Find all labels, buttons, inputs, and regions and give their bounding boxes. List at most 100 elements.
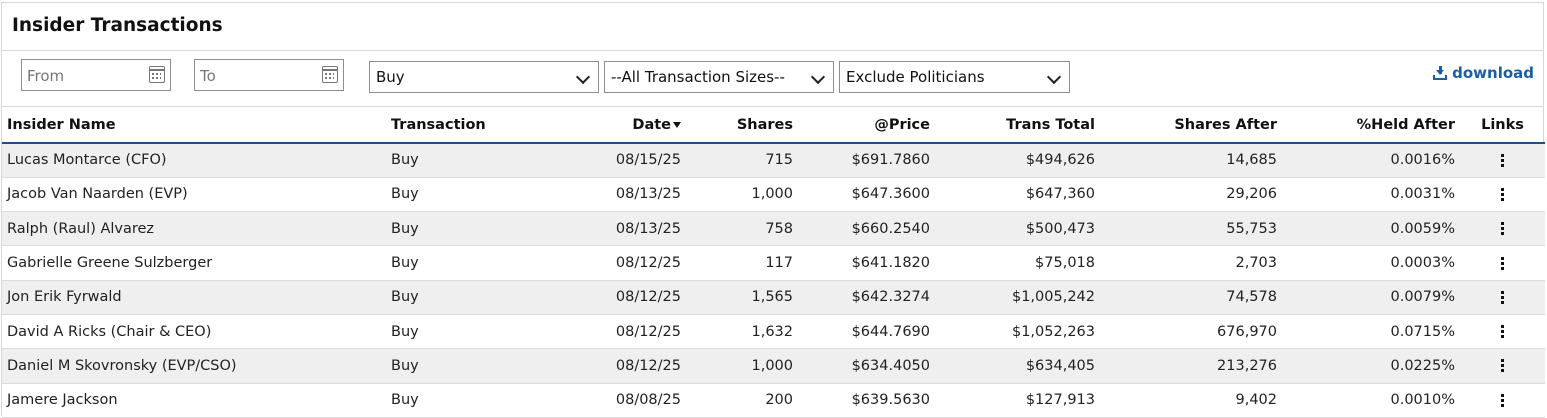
politicians-select[interactable]: Exclude Politicians <box>839 61 1070 93</box>
table-row: Gabrielle Greene Sulzberger Buy 08/12/25 11… <box>2 245 1545 281</box>
date-cell: 08/12/25 <box>526 314 686 350</box>
shares-cell: 200 <box>686 383 798 418</box>
date-cell: 08/13/25 <box>526 211 686 247</box>
to-date-input[interactable]: To <box>194 59 344 91</box>
kebab-menu-icon[interactable] <box>1501 290 1504 304</box>
transaction-cell: Buy <box>386 383 526 418</box>
table-row: David A Ricks (Chair & CEO) Buy 08/12/25 1,… <box>2 314 1545 350</box>
links-cell <box>1460 314 1545 350</box>
price-cell: $647.3600 <box>798 177 935 213</box>
col-transaction[interactable]: Transaction <box>386 107 526 144</box>
download-link[interactable]: download <box>1433 64 1534 82</box>
transaction-size-select[interactable]: --All Transaction Sizes-- <box>604 61 834 93</box>
kebab-menu-icon[interactable] <box>1501 325 1504 339</box>
trans-total-cell: $500,473 <box>935 211 1100 247</box>
trans-total-cell: $494,626 <box>935 143 1100 178</box>
table-row: Jacob Van Naarden (EVP) Buy 08/13/25 1,000 $… <box>2 177 1545 213</box>
shares-after-cell: 676,970 <box>1100 314 1282 350</box>
transaction-cell: Buy <box>386 280 526 315</box>
date-cell: 08/12/25 <box>526 348 686 384</box>
transaction-type-value: Buy <box>376 68 405 86</box>
from-date-input[interactable]: From <box>21 59 171 91</box>
trans-total-cell: $127,913 <box>935 383 1100 418</box>
shares-cell: 1,000 <box>686 348 798 384</box>
table-row: Jamere Jackson Buy 08/08/25 200 $639.5630 $12… <box>2 383 1545 418</box>
insider-name-cell[interactable]: Ralph (Raul) Alvarez <box>2 211 386 247</box>
kebab-menu-icon[interactable] <box>1501 187 1504 201</box>
kebab-menu-icon[interactable] <box>1501 256 1504 270</box>
insider-name-cell[interactable]: Jamere Jackson <box>2 383 386 418</box>
insider-transactions-panel: Insider Transactions From To Buy --All T… <box>1 2 1545 418</box>
chevron-down-icon <box>1046 69 1062 85</box>
kebab-menu-icon[interactable] <box>1501 153 1504 167</box>
links-cell <box>1460 280 1545 315</box>
table-row: Jon Erik Fyrwald Buy 08/12/25 1,565 $642.327… <box>2 280 1545 315</box>
col-price[interactable]: @Price <box>798 107 935 144</box>
kebab-menu-icon[interactable] <box>1501 222 1504 236</box>
held-after-cell: 0.0031% <box>1282 177 1460 213</box>
sort-descending-icon <box>673 121 681 128</box>
insider-transactions-table: Insider Name Transaction Date Shares @Pr… <box>2 107 1545 418</box>
transaction-size-value: --All Transaction Sizes-- <box>611 68 785 86</box>
transaction-cell: Buy <box>386 211 526 247</box>
date-cell: 08/13/25 <box>526 177 686 213</box>
transaction-type-select[interactable]: Buy <box>369 61 599 93</box>
table-row: Ralph (Raul) Alvarez Buy 08/13/25 758 $660.2… <box>2 211 1545 247</box>
col-date[interactable]: Date <box>526 107 686 144</box>
download-icon <box>1433 66 1448 80</box>
price-cell: $660.2540 <box>798 211 935 247</box>
col-shares-after[interactable]: Shares After <box>1100 107 1282 144</box>
date-cell: 08/08/25 <box>526 383 686 418</box>
col-shares[interactable]: Shares <box>686 107 798 144</box>
insider-name-cell[interactable]: David A Ricks (Chair & CEO) <box>2 314 386 350</box>
col-held-after[interactable]: %Held After <box>1282 107 1460 144</box>
links-cell <box>1460 177 1545 213</box>
shares-after-cell: 29,206 <box>1100 177 1282 213</box>
table-row: Daniel M Skovronsky (EVP/CSO) Buy 08/12/25… <box>2 348 1545 384</box>
chevron-down-icon <box>810 69 826 85</box>
kebab-menu-icon[interactable] <box>1501 393 1504 407</box>
politicians-value: Exclude Politicians <box>846 68 985 86</box>
table-row: Lucas Montarce (CFO) Buy 08/15/25 715 $691.7… <box>2 143 1545 178</box>
held-after-cell: 0.0003% <box>1282 245 1460 281</box>
shares-after-cell: 14,685 <box>1100 143 1282 178</box>
trans-total-cell: $647,360 <box>935 177 1100 213</box>
price-cell: $644.7690 <box>798 314 935 350</box>
trans-total-cell: $634,405 <box>935 348 1100 384</box>
date-cell: 08/12/25 <box>526 245 686 281</box>
insider-name-cell[interactable]: Jacob Van Naarden (EVP) <box>2 177 386 213</box>
held-after-cell: 0.0059% <box>1282 211 1460 247</box>
col-trans-total[interactable]: Trans Total <box>935 107 1100 144</box>
calendar-icon[interactable] <box>322 66 338 83</box>
shares-after-cell: 74,578 <box>1100 280 1282 315</box>
links-cell <box>1460 245 1545 281</box>
price-cell: $691.7860 <box>798 143 935 178</box>
shares-cell: 758 <box>686 211 798 247</box>
insider-name-cell[interactable]: Gabrielle Greene Sulzberger <box>2 245 386 281</box>
kebab-menu-icon[interactable] <box>1501 359 1504 373</box>
insider-name-cell[interactable]: Jon Erik Fyrwald <box>2 280 386 315</box>
trans-total-cell: $1,052,263 <box>935 314 1100 350</box>
col-insider-name[interactable]: Insider Name <box>2 107 386 144</box>
shares-cell: 1,632 <box>686 314 798 350</box>
to-date-placeholder: To <box>200 67 216 85</box>
shares-after-cell: 2,703 <box>1100 245 1282 281</box>
transaction-cell: Buy <box>386 245 526 281</box>
insider-name-cell[interactable]: Lucas Montarce (CFO) <box>2 143 386 178</box>
price-cell: $641.1820 <box>798 245 935 281</box>
transaction-cell: Buy <box>386 177 526 213</box>
held-after-cell: 0.0225% <box>1282 348 1460 384</box>
shares-after-cell: 9,402 <box>1100 383 1282 418</box>
table-header-row: Insider Name Transaction Date Shares @Pr… <box>2 107 1545 144</box>
insider-name-cell[interactable]: Daniel M Skovronsky (EVP/CSO) <box>2 348 386 384</box>
date-cell: 08/15/25 <box>526 143 686 178</box>
trans-total-cell: $1,005,242 <box>935 280 1100 315</box>
links-cell <box>1460 143 1545 178</box>
shares-cell: 1,565 <box>686 280 798 315</box>
calendar-icon[interactable] <box>149 66 165 83</box>
links-cell <box>1460 348 1545 384</box>
held-after-cell: 0.0079% <box>1282 280 1460 315</box>
chevron-down-icon <box>575 69 591 85</box>
trans-total-cell: $75,018 <box>935 245 1100 281</box>
transaction-cell: Buy <box>386 143 526 178</box>
